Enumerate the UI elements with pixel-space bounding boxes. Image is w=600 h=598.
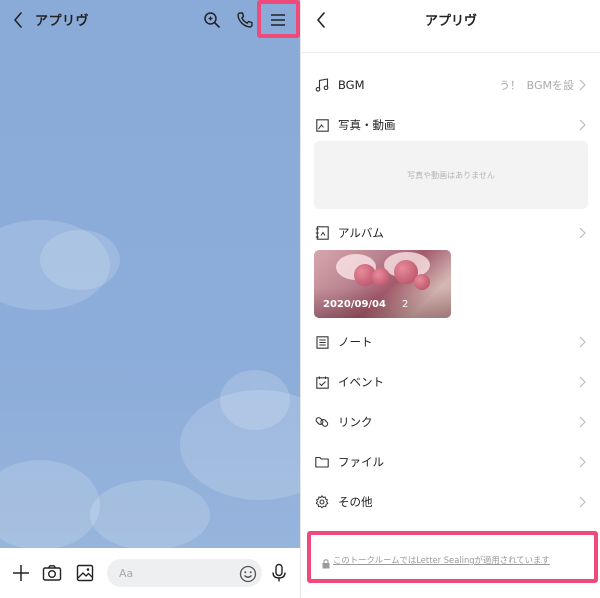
album-icon (315, 226, 329, 240)
file-label: ファイル (338, 455, 384, 469)
menu-back-button[interactable] (311, 8, 331, 32)
bgm-status: う！ (499, 79, 521, 92)
bgm-label: BGM (338, 78, 365, 92)
menu-item-link[interactable]: リンク (301, 406, 600, 438)
back-icon (317, 12, 325, 28)
menu-item-event[interactable]: イベント (301, 366, 600, 398)
folder-icon (315, 455, 329, 469)
emoji-icon (239, 565, 257, 583)
other-label: その他 (338, 495, 373, 509)
letter-sealing-highlight-box: このトークルームではLetter Sealingが適用されています (307, 531, 598, 583)
camera-button[interactable] (40, 561, 64, 585)
image-button[interactable] (73, 561, 97, 585)
chevron-right-icon (579, 375, 587, 389)
link-label: リンク (338, 415, 373, 429)
album-photo-count: 2 (402, 299, 409, 310)
note-icon (315, 335, 329, 349)
letter-sealing-link[interactable]: このトークルームではLetter Sealingが適用されています (333, 554, 550, 566)
back-icon (14, 12, 22, 28)
chevron-right-icon (579, 335, 587, 349)
calendar-icon (315, 375, 329, 389)
photos-label: 写真・動画 (338, 118, 396, 132)
music-icon (315, 78, 329, 92)
menu-item-file[interactable]: ファイル (301, 446, 600, 478)
call-button[interactable] (233, 8, 257, 32)
chat-screen: アプリヴ Aa (0, 0, 300, 598)
mic-icon (272, 563, 286, 582)
image-icon (76, 564, 94, 582)
menu-item-album[interactable]: アルバム (301, 217, 600, 249)
link-icon (315, 415, 329, 429)
header-divider (301, 52, 600, 53)
chevron-right-icon (579, 495, 587, 509)
chat-title: アプリヴ (35, 14, 90, 29)
message-input-bar: Aa (0, 548, 300, 598)
photo-icon (315, 118, 329, 132)
menu-header: アプリヴ (301, 0, 600, 40)
chevron-right-icon (579, 118, 587, 132)
plus-icon (13, 565, 29, 581)
album-date: 2020/09/04 (323, 299, 386, 310)
chevron-right-icon (579, 415, 587, 429)
search-button[interactable] (200, 8, 224, 32)
note-label: ノート (338, 335, 373, 349)
search-icon (204, 12, 220, 28)
menu-item-other[interactable]: その他 (301, 486, 600, 518)
add-button[interactable] (9, 561, 33, 585)
chevron-right-icon (579, 226, 587, 240)
menu-title: アプリヴ (424, 14, 477, 29)
back-button[interactable] (8, 7, 28, 33)
chat-menu-screen: アプリヴ BGM う！ BGMを設 写真・動画 写真や動画はありません アルバム… (300, 0, 600, 598)
photos-empty-state: 写真や動画はありません (314, 141, 588, 209)
phone-icon (237, 12, 253, 28)
event-label: イベント (338, 375, 384, 389)
screen: アプリヴ Aa アプリヴ BGM う！ BGMを設 写真・動画 写真や動画はあり… (0, 0, 600, 598)
chat-background (0, 40, 300, 548)
gear-icon (315, 495, 329, 509)
album-thumbnail[interactable]: 2020/09/04 2 (314, 250, 451, 318)
menu-highlight-box (257, 0, 300, 38)
lock-icon (322, 554, 330, 573)
album-label: アルバム (338, 226, 384, 240)
bgm-value: BGMを設 (526, 79, 574, 92)
camera-icon (42, 565, 62, 581)
emoji-button[interactable] (236, 562, 260, 586)
voice-button[interactable] (267, 561, 291, 585)
menu-item-photos[interactable]: 写真・動画 (301, 109, 600, 141)
chat-header: アプリヴ (0, 0, 300, 40)
chevron-right-icon (579, 78, 587, 92)
menu-item-bgm[interactable]: BGM う！ BGMを設 (301, 69, 600, 101)
menu-item-note[interactable]: ノート (301, 326, 600, 358)
chevron-right-icon (579, 455, 587, 469)
